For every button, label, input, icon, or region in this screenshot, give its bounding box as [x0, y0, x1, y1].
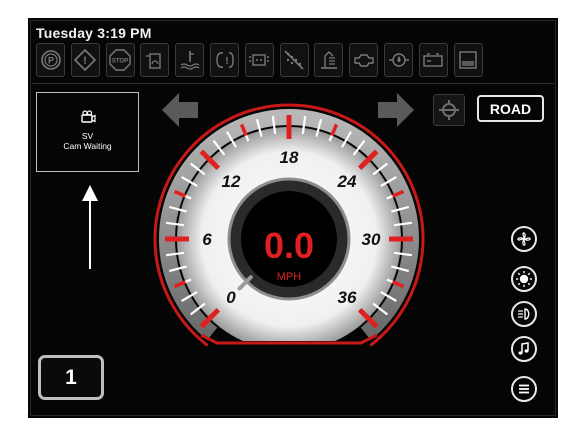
coolant-temp-icon	[175, 43, 205, 77]
headlight-button[interactable]	[511, 301, 537, 327]
water-in-fuel-icon	[384, 43, 413, 77]
glow-plug-icon: !	[210, 43, 239, 77]
toolbar-divider	[32, 83, 554, 84]
headlight-icon	[518, 308, 530, 320]
pointer-arrow-icon	[82, 185, 98, 269]
diff-lock-indicator	[433, 94, 465, 126]
fan-button[interactable]	[511, 226, 537, 252]
regen-inhibit-icon	[279, 43, 309, 77]
drive-mode-button[interactable]: ROAD	[477, 95, 544, 122]
speedometer: 0 6 12 18 24 30 36 0.0 MPH	[153, 103, 425, 357]
speed-value: 0.0	[264, 225, 314, 266]
battery-icon	[418, 43, 448, 77]
exhaust-temp-icon	[314, 43, 344, 77]
svg-text:STOP: STOP	[112, 59, 128, 65]
parking-brake-icon: P	[36, 43, 65, 77]
tick-label: 24	[337, 172, 357, 191]
tick-label: 36	[338, 288, 357, 307]
fuel-filter-icon	[140, 43, 170, 77]
menu-icon	[519, 384, 529, 394]
diff-lock-icon	[439, 100, 459, 120]
engine-oil-icon	[349, 43, 379, 77]
gear-indicator: 1	[38, 355, 104, 400]
brightness-icon	[516, 271, 532, 287]
music-button[interactable]	[511, 336, 537, 362]
svg-text:P: P	[47, 56, 53, 66]
tick-label: 12	[222, 172, 241, 191]
tick-label: 18	[280, 148, 299, 167]
speed-unit: MPH	[277, 271, 302, 283]
camera-status: Cam Waiting	[63, 141, 112, 151]
svg-text:!: !	[225, 56, 228, 67]
tick-label: 0	[226, 288, 236, 307]
music-icon	[518, 342, 529, 355]
tick-label: 6	[202, 230, 212, 249]
stop-icon: STOP	[105, 43, 135, 77]
camera-label: SV	[81, 131, 94, 141]
svg-text:!: !	[83, 55, 87, 67]
menu-button[interactable]	[511, 376, 537, 402]
side-view-camera-tile[interactable]: SV Cam Waiting	[36, 92, 139, 172]
tick-label: 30	[362, 230, 381, 249]
fluid-level-icon	[453, 43, 483, 77]
warning-icon: !	[70, 43, 100, 77]
camera-icon	[37, 109, 138, 131]
engine-check-icon	[244, 43, 274, 77]
brightness-button[interactable]	[511, 266, 537, 292]
fan-icon	[517, 232, 531, 246]
date-time: Tuesday 3:19 PM	[36, 25, 152, 41]
